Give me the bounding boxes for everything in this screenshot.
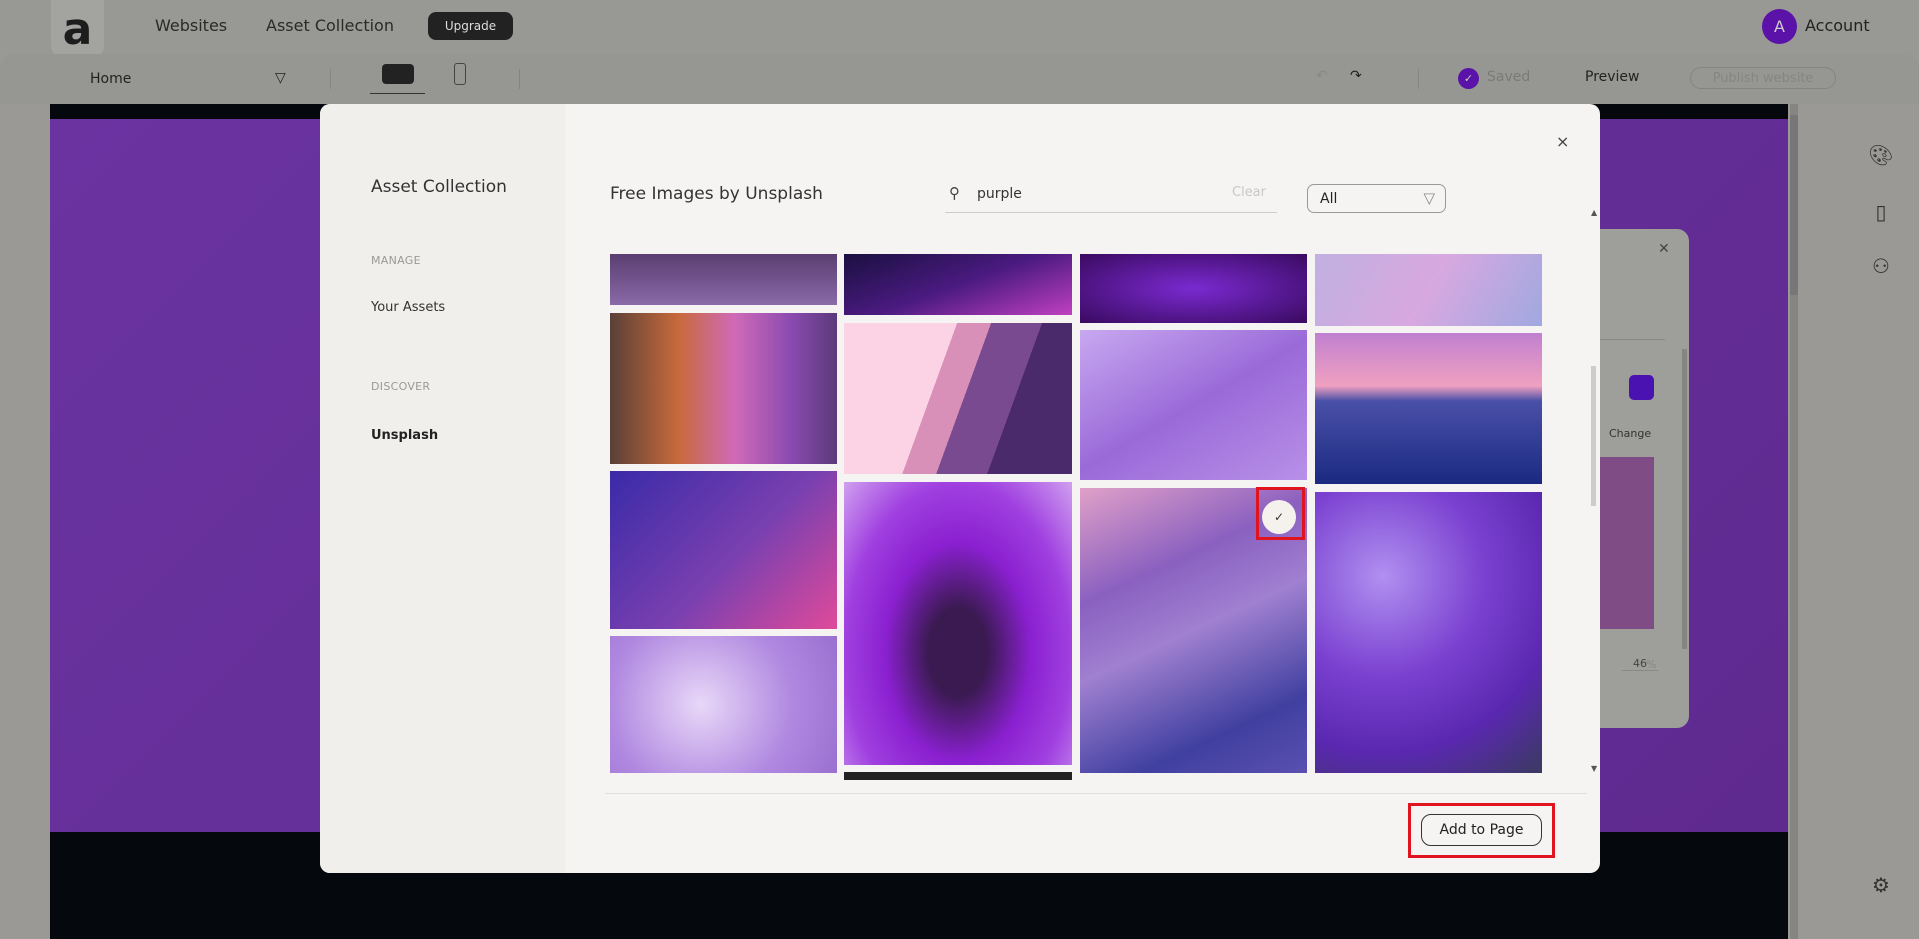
image-abstract-stripes[interactable]: [844, 323, 1072, 474]
image-lavender-field[interactable]: [610, 254, 837, 305]
canvas-scroll-thumb[interactable]: [1790, 115, 1798, 295]
highlight-selected-check: [1256, 487, 1305, 540]
image-bellflowers[interactable]: [1315, 492, 1542, 773]
asset-collection-modal: Asset Collection MANAGE Your Assets DISC…: [320, 104, 1600, 873]
avatar[interactable]: A: [1762, 9, 1797, 44]
page-select[interactable]: Home: [90, 71, 131, 87]
percent-label: %: [1646, 658, 1657, 671]
logo[interactable]: a: [51, 0, 104, 58]
image-friends-hugging[interactable]: [610, 313, 837, 464]
grid-scrollbar[interactable]: [1591, 366, 1596, 506]
sidebar-item-unsplash[interactable]: Unsplash: [371, 428, 438, 443]
highlight-add-button: [1408, 803, 1555, 858]
saved-status: Saved: [1487, 69, 1531, 85]
chevron-down-icon[interactable]: ▽: [275, 70, 286, 86]
grid-scroll-up[interactable]: ▲: [1591, 208, 1597, 217]
chevron-down-icon: ▽: [1423, 189, 1435, 207]
close-modal-button[interactable]: ×: [1556, 132, 1569, 151]
image-partial[interactable]: [844, 772, 1072, 780]
image-violet-flowers-dark[interactable]: [1080, 254, 1307, 323]
mobile-view-icon[interactable]: [454, 63, 466, 85]
publish-button[interactable]: Publish website: [1690, 67, 1836, 89]
panel-scrollbar[interactable]: [1682, 349, 1687, 649]
image-mountains-dusk[interactable]: [1315, 333, 1542, 484]
image-gradient-blue-pink[interactable]: [610, 471, 837, 629]
divider: [1600, 339, 1665, 340]
image-pastel-clouds[interactable]: [1315, 254, 1542, 326]
section-discover: DISCOVER: [371, 380, 431, 393]
nav-websites[interactable]: Websites: [155, 16, 227, 35]
modal-sidebar: Asset Collection MANAGE Your Assets DISC…: [320, 104, 565, 873]
desktop-view-icon[interactable]: [382, 64, 414, 84]
grid-scroll-down[interactable]: ▼: [1591, 764, 1597, 773]
nav-asset-collection[interactable]: Asset Collection: [266, 16, 394, 35]
page-icon[interactable]: ▯: [1868, 200, 1894, 226]
footer-divider: [605, 793, 1587, 794]
right-sidebar: [1844, 104, 1919, 939]
upgrade-button[interactable]: Upgrade: [428, 12, 513, 40]
divider: [330, 69, 331, 89]
settings-gear-icon[interactable]: ⚙: [1868, 873, 1894, 899]
account-link[interactable]: Account: [1805, 16, 1870, 35]
divider: [1418, 69, 1419, 89]
clear-search-button[interactable]: Clear: [1232, 185, 1266, 200]
users-icon[interactable]: ⚇: [1868, 254, 1894, 280]
saved-check-icon: ✓: [1458, 68, 1479, 89]
image-purple-cat[interactable]: [844, 482, 1072, 765]
image-purple-smoke[interactable]: [610, 636, 837, 773]
background-settings-panel: ✕ Change 46 %: [1600, 229, 1689, 728]
divider: [519, 69, 520, 89]
palette-icon[interactable]: 🎨︎: [1868, 143, 1894, 169]
active-view-underline: [370, 93, 425, 94]
image-purple-night-sky[interactable]: [844, 254, 1072, 315]
filter-dropdown[interactable]: All ▽: [1307, 184, 1446, 213]
modal-sidebar-title: Asset Collection: [371, 177, 507, 197]
search-underline: [945, 212, 1277, 213]
color-swatch[interactable]: [1629, 375, 1654, 400]
preview-button[interactable]: Preview: [1585, 69, 1640, 85]
close-icon[interactable]: ✕: [1658, 241, 1670, 257]
sidebar-item-your-assets[interactable]: Your Assets: [371, 300, 445, 315]
image-purple-silk[interactable]: [1080, 330, 1307, 480]
search-icon: ⚲: [949, 184, 960, 202]
search-input[interactable]: purple: [977, 186, 1022, 202]
redo-icon[interactable]: ↷: [1350, 68, 1362, 84]
filter-value: All: [1320, 191, 1338, 207]
change-button[interactable]: Change: [1609, 427, 1651, 440]
section-manage: MANAGE: [371, 254, 421, 267]
modal-title: Free Images by Unsplash: [610, 184, 823, 204]
undo-icon[interactable]: ↶: [1316, 68, 1328, 84]
background-preview: [1600, 457, 1654, 629]
